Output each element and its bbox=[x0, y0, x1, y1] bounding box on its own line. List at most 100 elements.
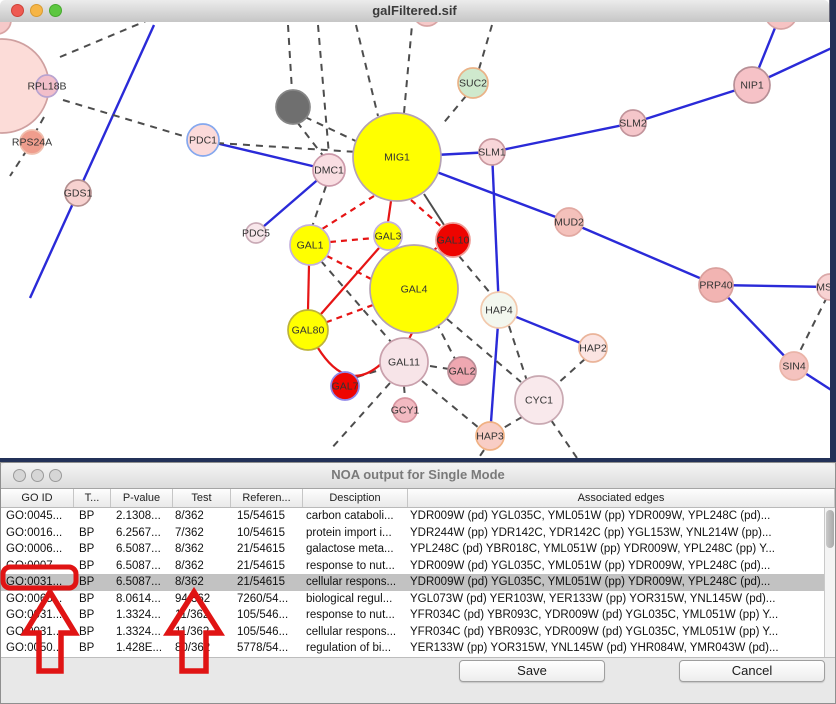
graph-edge[interactable] bbox=[459, 256, 491, 294]
graph-node-slm2[interactable]: SLM2 bbox=[619, 110, 647, 136]
graph-node-hap3[interactable]: HAP3 bbox=[476, 422, 504, 450]
graph-node-rps24a[interactable]: RPS24A bbox=[12, 130, 52, 154]
noa-window-titlebar[interactable]: NOA output for Single Mode bbox=[1, 463, 835, 489]
column-header-description[interactable]: Desciption bbox=[303, 489, 408, 507]
graph-edge[interactable] bbox=[318, 25, 329, 155]
graph-node-msl5[interactable]: MSL5 bbox=[816, 274, 830, 300]
graph-node-gal3[interactable]: GAL3 bbox=[374, 222, 402, 250]
scrollbar-thumb[interactable] bbox=[826, 510, 834, 548]
graph-edge[interactable] bbox=[430, 366, 449, 369]
graph-edge[interactable] bbox=[297, 122, 324, 157]
graph-node-gal10[interactable]: GAL10 bbox=[436, 223, 470, 257]
graph-edge[interactable] bbox=[569, 222, 716, 285]
graph-node-cyc1[interactable]: CYC1 bbox=[515, 376, 563, 424]
graph-node-dmc1[interactable]: DMC1 bbox=[313, 154, 345, 186]
graph-node-gds1[interactable]: GDS1 bbox=[64, 180, 93, 206]
minimize-button[interactable] bbox=[31, 469, 44, 482]
graph-node-mud2[interactable]: MUD2 bbox=[554, 208, 584, 236]
graph-edge[interactable] bbox=[492, 152, 499, 310]
graph-edge[interactable] bbox=[356, 25, 378, 116]
network-canvas[interactable]: RPL18BRPS24AGDS1PDC1DMC1MIG1SUC2SLM1SLM2… bbox=[0, 22, 830, 458]
graph-node-gal4[interactable]: GAL4 bbox=[370, 245, 458, 333]
zoom-button[interactable] bbox=[49, 4, 62, 17]
table-row[interactable]: GO:0016...BP6.2567...7/36210/54615protei… bbox=[1, 525, 835, 542]
graph-edge[interactable] bbox=[492, 123, 633, 152]
graph-node-pdc1[interactable]: PDC1 bbox=[187, 124, 219, 156]
column-header-go-id[interactable]: GO ID bbox=[1, 489, 74, 507]
minimize-button[interactable] bbox=[30, 4, 43, 17]
graph-edge[interactable] bbox=[404, 25, 412, 113]
graph-edge[interactable] bbox=[422, 381, 479, 428]
table-row[interactable]: GO:0045...BP2.1308...8/36215/54615carbon… bbox=[1, 508, 835, 525]
graph-node-hap4[interactable]: HAP4 bbox=[481, 292, 517, 328]
save-button[interactable]: Save bbox=[459, 660, 605, 682]
graph-edge[interactable] bbox=[441, 96, 466, 126]
close-button[interactable] bbox=[13, 469, 26, 482]
graph-edge[interactable] bbox=[10, 150, 27, 176]
graph-edge[interactable] bbox=[490, 310, 499, 436]
graph-node-gal7[interactable]: GAL7 bbox=[331, 372, 359, 400]
graph-edge[interactable] bbox=[327, 256, 373, 280]
graph-node-gcy1[interactable]: GCY1 bbox=[391, 398, 420, 422]
column-header-type[interactable]: T... bbox=[74, 489, 111, 507]
graph-edge[interactable] bbox=[424, 194, 446, 228]
graph-node-gal1[interactable]: GAL1 bbox=[290, 225, 330, 265]
close-button[interactable] bbox=[11, 4, 24, 17]
graph-edge[interactable] bbox=[411, 200, 444, 229]
graph-node-hap2[interactable]: HAP2 bbox=[579, 334, 607, 362]
table-cell: GO:0050... bbox=[1, 640, 74, 657]
graph-edge[interactable] bbox=[479, 25, 492, 69]
graph-node-unlabeled[interactable] bbox=[413, 22, 441, 26]
graph-edge[interactable] bbox=[799, 297, 827, 353]
cancel-button[interactable]: Cancel bbox=[679, 660, 825, 682]
table-row[interactable]: GO:0050...BP1.428E...80/3625778/54...reg… bbox=[1, 640, 835, 657]
graph-edge[interactable] bbox=[330, 238, 374, 242]
table-row[interactable]: GO:0031...BP1.3324...11/362105/546...cel… bbox=[1, 624, 835, 641]
graph-edge[interactable] bbox=[203, 140, 329, 170]
graph-edge[interactable] bbox=[469, 450, 484, 458]
graph-edge[interactable] bbox=[551, 420, 577, 458]
table-row[interactable]: GO:0007...BP6.5087...8/36221/54615respon… bbox=[1, 558, 835, 575]
graph-edge[interactable] bbox=[436, 322, 455, 359]
graph-edge[interactable] bbox=[60, 22, 196, 57]
graph-edge[interactable] bbox=[319, 196, 374, 231]
graph-node-suc2[interactable]: SUC2 bbox=[458, 68, 488, 98]
graph-edge[interactable] bbox=[305, 117, 362, 144]
column-header-p-value[interactable]: P-value bbox=[111, 489, 173, 507]
graph-node-gal2[interactable]: GAL2 bbox=[448, 357, 476, 385]
vertical-scrollbar[interactable] bbox=[824, 508, 835, 657]
table-cell: 15/54615 bbox=[231, 508, 303, 525]
table-row[interactable]: GO:0031...BP1.3324...11/362105/546...res… bbox=[1, 607, 835, 624]
column-header-reference[interactable]: Referen... bbox=[231, 489, 303, 507]
node-label: SUC2 bbox=[459, 78, 487, 90]
graph-edge[interactable] bbox=[312, 186, 326, 227]
graph-edge[interactable] bbox=[556, 359, 585, 385]
table-row[interactable]: GO:0065...BP8.0614...94/3627260/54...bio… bbox=[1, 591, 835, 608]
graph-node-unlabeled[interactable] bbox=[0, 22, 11, 34]
table-row[interactable]: GO:0006...BP6.5087...8/36221/54615galact… bbox=[1, 541, 835, 558]
graph-node-sin4[interactable]: SIN4 bbox=[780, 352, 808, 380]
graph-edge[interactable] bbox=[308, 265, 309, 310]
graph-node-gal80[interactable]: GAL80 bbox=[288, 310, 328, 350]
graph-node-nip1[interactable]: NIP1 bbox=[734, 67, 770, 103]
graph-edge[interactable] bbox=[63, 100, 190, 138]
graph-edge[interactable] bbox=[388, 201, 391, 222]
graph-edge[interactable] bbox=[318, 348, 381, 376]
graph-window-titlebar[interactable]: galFiltered.sif bbox=[0, 0, 829, 23]
table-cell: YFR034C (pd) YBR093C, YDR009W (pd) YGL03… bbox=[408, 624, 835, 641]
column-header-test[interactable]: Test bbox=[173, 489, 231, 507]
graph-node-unlabeled[interactable] bbox=[276, 90, 310, 124]
graph-node-gal11[interactable]: GAL11 bbox=[380, 338, 428, 386]
table-row[interactable]: GO:0031...BP6.5087...8/36221/54615cellul… bbox=[1, 574, 835, 591]
graph-edge[interactable] bbox=[288, 25, 292, 91]
graph-node-mig1[interactable]: MIG1 bbox=[353, 113, 441, 201]
graph-edge[interactable] bbox=[404, 386, 405, 398]
graph-node-unlabeled[interactable] bbox=[765, 22, 797, 29]
graph-edge[interactable] bbox=[509, 326, 527, 381]
graph-node-prp40[interactable]: PRP40 bbox=[699, 268, 733, 302]
graph-node-slm1[interactable]: SLM1 bbox=[478, 139, 506, 165]
zoom-button[interactable] bbox=[49, 469, 62, 482]
column-header-associated-edges[interactable]: Associated edges bbox=[408, 489, 835, 507]
graph-edge[interactable] bbox=[30, 25, 154, 298]
graph-edge[interactable] bbox=[500, 417, 522, 430]
